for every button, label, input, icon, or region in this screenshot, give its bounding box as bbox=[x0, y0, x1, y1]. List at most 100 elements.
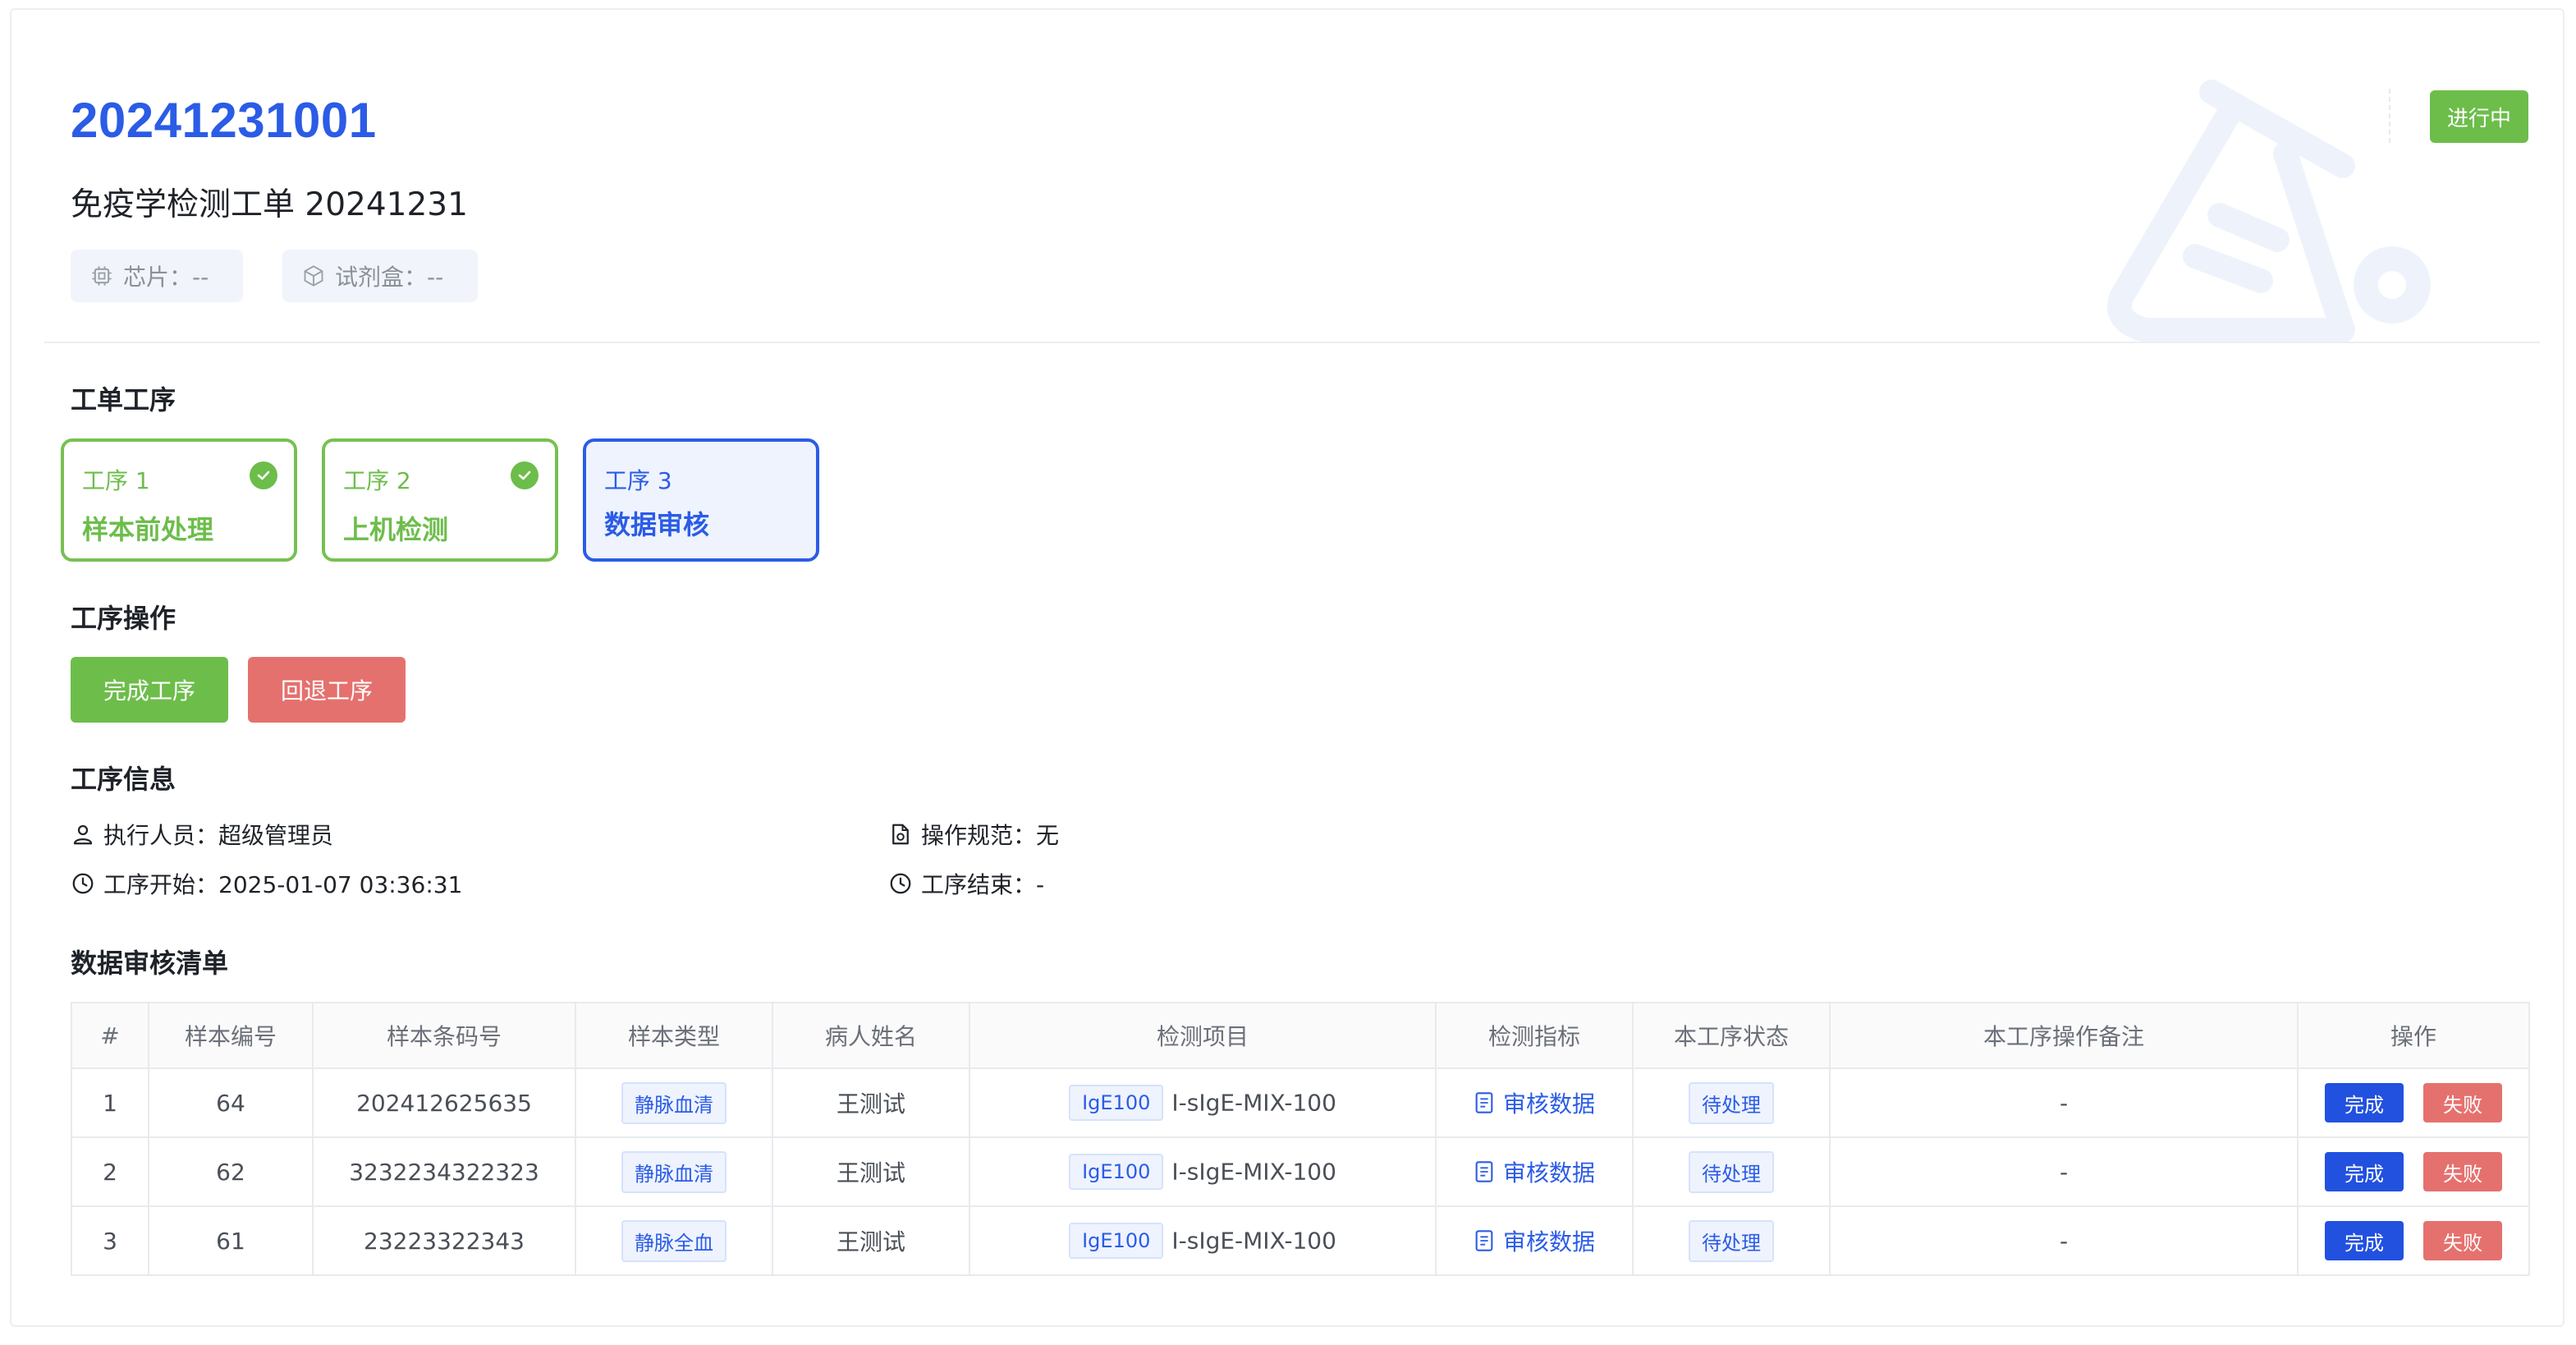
test-item-tag: IgE100 bbox=[1069, 1085, 1164, 1121]
complete-step-button[interactable]: 完成工序 bbox=[71, 657, 228, 723]
step-card-1[interactable]: 工序 1 样本前处理 bbox=[61, 438, 297, 562]
review-data-label: 审核数据 bbox=[1502, 1159, 1595, 1187]
row-sample-type-cell: 静脉血清 bbox=[575, 1136, 773, 1207]
row-barcode: 202412625635 bbox=[312, 1067, 576, 1138]
review-data-link[interactable]: 审核数据 bbox=[1474, 1086, 1595, 1119]
user-icon bbox=[73, 824, 93, 845]
row-complete-button[interactable]: 完成 bbox=[2325, 1083, 2404, 1122]
row-actions-cell: 完成 失败 bbox=[2297, 1205, 2530, 1276]
ops-section-title: 工序操作 bbox=[71, 603, 176, 634]
row-note: - bbox=[1829, 1136, 2299, 1207]
test-item-name: I-sIgE-MIX-100 bbox=[1171, 1089, 1336, 1117]
row-index: 2 bbox=[71, 1136, 149, 1207]
col-indicator: 检测指标 bbox=[1435, 1002, 1634, 1069]
table-row: 2 62 3232234322323 静脉血清 王测试 IgE100 I-sIgE… bbox=[71, 1136, 2530, 1207]
row-barcode: 3232234322323 bbox=[312, 1136, 576, 1207]
step-name: 上机检测 bbox=[343, 514, 449, 545]
test-item-name: I-sIgE-MIX-100 bbox=[1171, 1158, 1336, 1186]
row-index: 1 bbox=[71, 1067, 149, 1138]
test-item-tag: IgE100 bbox=[1069, 1223, 1164, 1259]
row-fail-button[interactable]: 失败 bbox=[2423, 1221, 2502, 1260]
col-patient: 病人姓名 bbox=[772, 1002, 970, 1069]
start-info: 工序开始：2025-01-07 03:36:31 bbox=[71, 867, 462, 900]
row-note: - bbox=[1829, 1205, 2299, 1276]
chip-icon bbox=[92, 266, 112, 286]
row-sample-no: 62 bbox=[148, 1136, 314, 1207]
file-spec-icon bbox=[892, 824, 909, 845]
row-complete-button[interactable]: 完成 bbox=[2325, 1221, 2404, 1260]
order-title: 免疫学检测工单 20241231 bbox=[71, 186, 468, 223]
step-name: 样本前处理 bbox=[82, 514, 214, 545]
spec-text: 操作规范：无 bbox=[921, 822, 1060, 849]
col-step-status: 本工序状态 bbox=[1632, 1002, 1831, 1069]
review-table: # 样本编号 样本条码号 样本类型 病人姓名 检测项目 检测指标 本工序状态 本… bbox=[71, 1002, 2530, 1276]
row-fail-button[interactable]: 失败 bbox=[2423, 1152, 2502, 1191]
step-card-2[interactable]: 工序 2 上机检测 bbox=[322, 438, 558, 562]
status-badge: 进行中 bbox=[2430, 90, 2528, 143]
row-status-cell: 待处理 bbox=[1632, 1205, 1831, 1276]
row-indicator-cell: 审核数据 bbox=[1435, 1067, 1634, 1138]
col-sample-no: 样本编号 bbox=[148, 1002, 314, 1069]
sample-type-tag: 静脉全血 bbox=[621, 1219, 727, 1262]
info-section-title: 工序信息 bbox=[71, 764, 176, 795]
document-icon bbox=[1475, 1229, 1493, 1251]
row-patient: 王测试 bbox=[772, 1205, 970, 1276]
header-divider bbox=[2389, 89, 2390, 143]
col-index: # bbox=[71, 1002, 149, 1069]
chip-info: 芯片：-- bbox=[71, 250, 243, 302]
row-actions-cell: 完成 失败 bbox=[2297, 1067, 2530, 1138]
row-sample-no: 64 bbox=[148, 1067, 314, 1138]
document-icon bbox=[1475, 1160, 1493, 1182]
row-complete-button[interactable]: 完成 bbox=[2325, 1152, 2404, 1191]
review-data-label: 审核数据 bbox=[1502, 1090, 1595, 1118]
row-indicator-cell: 审核数据 bbox=[1435, 1136, 1634, 1207]
executor-info: 执行人员：超级管理员 bbox=[71, 818, 333, 851]
end-info: 工序结束：- bbox=[888, 867, 1044, 900]
row-test-item-cell: IgE100 I-sIgE-MIX-100 bbox=[969, 1067, 1437, 1138]
row-barcode: 23223322343 bbox=[312, 1205, 576, 1276]
sample-type-tag: 静脉血清 bbox=[621, 1081, 727, 1124]
step-number: 工序 3 bbox=[604, 467, 672, 494]
table-header-row: # 样本编号 样本条码号 样本类型 病人姓名 检测项目 检测指标 本工序状态 本… bbox=[71, 1002, 2530, 1069]
table-row: 3 61 23223322343 静脉全血 王测试 IgE100 I-sIgE-M… bbox=[71, 1205, 2530, 1276]
row-sample-no: 61 bbox=[148, 1205, 314, 1276]
order-number: 20241231001 bbox=[71, 93, 377, 148]
clock-icon bbox=[72, 873, 94, 894]
row-sample-type-cell: 静脉血清 bbox=[575, 1067, 773, 1138]
header-separator bbox=[44, 342, 2540, 343]
row-fail-button[interactable]: 失败 bbox=[2423, 1083, 2502, 1122]
col-barcode: 样本条码号 bbox=[312, 1002, 576, 1069]
chip-label: 芯片：-- bbox=[123, 264, 209, 291]
step-status-tag: 待处理 bbox=[1689, 1150, 1774, 1193]
row-actions-cell: 完成 失败 bbox=[2297, 1136, 2530, 1207]
col-actions: 操作 bbox=[2297, 1002, 2530, 1069]
step-card-3[interactable]: 工序 3 数据审核 bbox=[583, 438, 819, 562]
kit-info: 试剂盒：-- bbox=[282, 250, 478, 302]
clock-icon bbox=[890, 873, 911, 894]
col-test-item: 检测项目 bbox=[969, 1002, 1437, 1069]
test-item-tag: IgE100 bbox=[1069, 1154, 1164, 1190]
review-data-label: 审核数据 bbox=[1502, 1228, 1595, 1255]
step-status-tag: 待处理 bbox=[1689, 1219, 1774, 1262]
row-sample-type-cell: 静脉全血 bbox=[575, 1205, 773, 1276]
col-sample-type: 样本类型 bbox=[575, 1002, 773, 1069]
row-status-cell: 待处理 bbox=[1632, 1067, 1831, 1138]
row-patient: 王测试 bbox=[772, 1136, 970, 1207]
spec-info: 操作规范：无 bbox=[888, 818, 1059, 851]
kit-label: 试剂盒：-- bbox=[335, 264, 444, 291]
start-text: 工序开始：2025-01-07 03:36:31 bbox=[103, 871, 463, 898]
row-index: 3 bbox=[71, 1205, 149, 1276]
step-number: 工序 2 bbox=[343, 467, 411, 494]
step-name: 数据审核 bbox=[604, 509, 710, 540]
rollback-step-button[interactable]: 回退工序 bbox=[248, 657, 406, 723]
sample-type-tag: 静脉血清 bbox=[621, 1150, 727, 1193]
row-test-item-cell: IgE100 I-sIgE-MIX-100 bbox=[969, 1205, 1437, 1276]
row-patient: 王测试 bbox=[772, 1067, 970, 1138]
box-icon bbox=[304, 265, 323, 287]
review-data-link[interactable]: 审核数据 bbox=[1474, 1155, 1595, 1188]
table-row: 1 64 202412625635 静脉血清 王测试 IgE100 I-sIgE-… bbox=[71, 1067, 2530, 1138]
row-status-cell: 待处理 bbox=[1632, 1136, 1831, 1207]
review-data-link[interactable]: 审核数据 bbox=[1474, 1224, 1595, 1257]
end-text: 工序结束：- bbox=[921, 871, 1045, 898]
step-number: 工序 1 bbox=[82, 467, 150, 494]
